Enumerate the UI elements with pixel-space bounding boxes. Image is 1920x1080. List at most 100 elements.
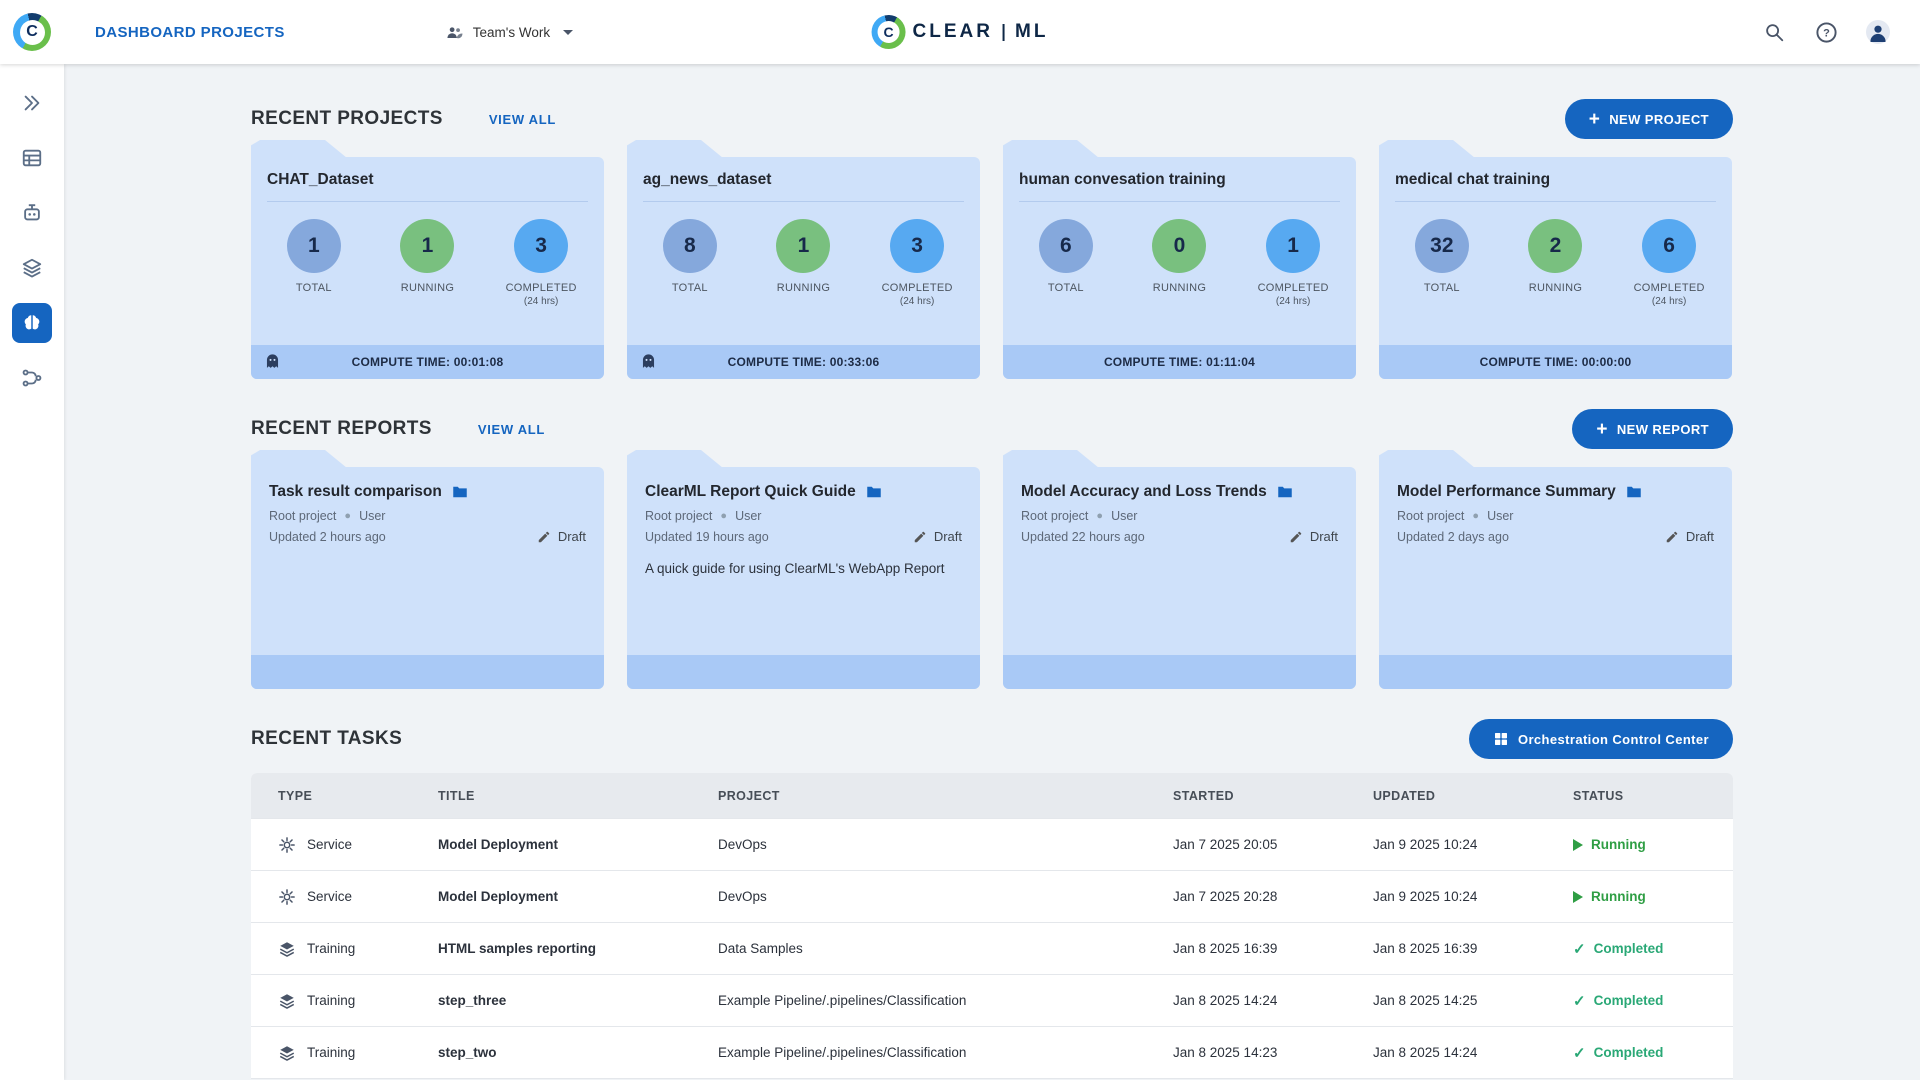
report-status: Draft bbox=[537, 529, 586, 544]
report-updated: Updated 2 hours ago bbox=[269, 529, 386, 544]
status-badge: Running bbox=[1573, 889, 1733, 904]
task-type: Service bbox=[307, 889, 353, 904]
datasets-icon[interactable] bbox=[12, 248, 52, 288]
col-status: STATUS bbox=[1573, 788, 1624, 803]
stat-completed: 1 COMPLETED (24 hrs) bbox=[1247, 219, 1339, 345]
table-header-row: TYPE TITLE PROJECT STARTED UPDATED STATU… bbox=[251, 773, 1733, 819]
check-icon: ✓ bbox=[1573, 992, 1586, 1010]
new-project-button[interactable]: + NEW PROJECT bbox=[1564, 99, 1733, 139]
model-endpoints-icon[interactable] bbox=[12, 193, 52, 233]
report-user: User bbox=[1111, 509, 1138, 523]
pipelines-icon[interactable] bbox=[12, 358, 52, 398]
folder-tab bbox=[1003, 450, 1099, 468]
workspace-selector[interactable]: Team's Work bbox=[445, 23, 574, 42]
page-title: DASHBOARD PROJECTS bbox=[95, 23, 285, 41]
compute-time-label: COMPUTE TIME: 01:11:04 bbox=[1103, 355, 1256, 369]
main-content: RECENT PROJECTS VIEW ALL + NEW PROJECT C… bbox=[64, 64, 1920, 1080]
compute-time-label: COMPUTE TIME: 00:00:00 bbox=[1479, 355, 1632, 369]
clearml-logo-icon[interactable]: C bbox=[13, 13, 51, 51]
task-updated: Jan 8 2025 14:24 bbox=[1373, 1045, 1478, 1060]
table-row[interactable]: Training step_three Example Pipeline/.pi… bbox=[251, 975, 1733, 1027]
task-project: Example Pipeline/.pipelines/Classificati… bbox=[718, 1045, 967, 1060]
team-icon bbox=[447, 26, 463, 38]
clearml-wordmark: C CLEAR ML bbox=[871, 15, 1049, 49]
col-started: STARTED bbox=[1173, 788, 1234, 803]
task-updated: Jan 8 2025 16:39 bbox=[1373, 941, 1478, 956]
project-card[interactable]: CHAT_Dataset 1 TOTAL 1 RUNNING 3 COMPLET bbox=[251, 140, 604, 379]
report-updated: Updated 19 hours ago bbox=[645, 529, 769, 544]
expand-sidebar-icon[interactable] bbox=[12, 83, 52, 123]
help-icon[interactable]: ? bbox=[1814, 20, 1838, 44]
project-name: CHAT_Dataset bbox=[267, 171, 588, 202]
table-row[interactable]: Service Model Deployment DevOps Jan 7 20… bbox=[251, 819, 1733, 871]
project-name: medical chat training bbox=[1395, 171, 1716, 202]
folder-icon bbox=[1278, 486, 1292, 498]
stat-running: 0 RUNNING bbox=[1133, 219, 1225, 345]
report-card[interactable]: Model Accuracy and Loss Trends Root proj… bbox=[1003, 450, 1356, 689]
projects-icon[interactable] bbox=[12, 303, 52, 343]
task-type: Training bbox=[307, 941, 356, 956]
task-title: Model Deployment bbox=[438, 889, 559, 904]
service-icon bbox=[279, 836, 295, 853]
task-updated: Jan 8 2025 14:25 bbox=[1373, 993, 1478, 1008]
search-icon[interactable] bbox=[1762, 20, 1786, 44]
report-description: A quick guide for using ClearML's WebApp… bbox=[645, 561, 945, 576]
folder-tab bbox=[1379, 140, 1475, 158]
report-card[interactable]: Task result comparison Root project ● Us… bbox=[251, 450, 604, 689]
table-row[interactable]: Service Model Deployment DevOps Jan 7 20… bbox=[251, 871, 1733, 923]
task-project: DevOps bbox=[718, 889, 767, 904]
workspace-label: Team's Work bbox=[472, 24, 551, 40]
project-card[interactable]: medical chat training 32 TOTAL 2 RUNNING… bbox=[1379, 140, 1732, 379]
report-project: Root project bbox=[1397, 509, 1465, 523]
training-icon bbox=[279, 1045, 295, 1061]
left-sidebar bbox=[0, 64, 64, 1080]
col-type: TYPE bbox=[278, 788, 313, 803]
check-icon: ✓ bbox=[1573, 940, 1586, 958]
service-icon bbox=[279, 888, 295, 905]
folder-icon bbox=[866, 486, 881, 498]
col-project: PROJECT bbox=[718, 788, 780, 803]
task-started: Jan 8 2025 14:24 bbox=[1173, 993, 1278, 1008]
task-updated: Jan 9 2025 10:24 bbox=[1373, 837, 1478, 852]
recent-tasks-header: RECENT TASKS Orchestration Control Cente… bbox=[251, 719, 1733, 759]
clearml-logo-icon: C bbox=[871, 15, 906, 49]
ghost-icon bbox=[639, 352, 658, 374]
reports-view-all-link[interactable]: VIEW ALL bbox=[478, 422, 545, 437]
stat-completed: 3 COMPLETED (24 hrs) bbox=[495, 219, 587, 345]
user-avatar[interactable] bbox=[1866, 20, 1890, 44]
project-card[interactable]: human convesation training 6 TOTAL 0 RUN… bbox=[1003, 140, 1356, 379]
task-title: step_two bbox=[438, 1045, 497, 1060]
report-user: User bbox=[1487, 509, 1514, 523]
status-badge: Running bbox=[1573, 837, 1733, 852]
status-badge: ✓ Completed bbox=[1573, 1044, 1664, 1062]
training-icon bbox=[279, 993, 295, 1009]
stat-running: 1 RUNNING bbox=[757, 219, 849, 345]
new-report-button[interactable]: + NEW REPORT bbox=[1572, 409, 1733, 449]
report-footer-bar bbox=[1003, 655, 1356, 689]
status-badge: ✓ Completed bbox=[1573, 940, 1664, 958]
report-card[interactable]: ClearML Report Quick Guide Root project … bbox=[627, 450, 980, 689]
table-row[interactable]: Training step_two Example Pipeline/.pipe… bbox=[251, 1027, 1733, 1079]
task-project: Example Pipeline/.pipelines/Classificati… bbox=[718, 993, 967, 1008]
report-title: Task result comparison bbox=[269, 483, 442, 500]
task-started: Jan 7 2025 20:05 bbox=[1173, 837, 1278, 852]
report-project: Root project bbox=[269, 509, 337, 523]
bullet-icon: ● bbox=[720, 510, 728, 522]
orchestration-control-center-button[interactable]: Orchestration Control Center bbox=[1468, 719, 1733, 759]
task-started: Jan 8 2025 14:23 bbox=[1173, 1045, 1278, 1060]
table-row[interactable]: Training HTML samples reporting Data Sam… bbox=[251, 923, 1733, 975]
bullet-icon: ● bbox=[344, 510, 352, 522]
task-title: step_three bbox=[438, 993, 507, 1008]
project-card[interactable]: ag_news_dataset 8 TOTAL 1 RUNNING 3 COMP bbox=[627, 140, 980, 379]
queues-icon[interactable] bbox=[12, 138, 52, 178]
stat-total: 32 TOTAL bbox=[1396, 219, 1488, 345]
folder-icon bbox=[453, 486, 467, 498]
stat-completed: 3 COMPLETED (24 hrs) bbox=[871, 219, 963, 345]
recent-reports-header: RECENT REPORTS VIEW ALL + NEW REPORT bbox=[251, 409, 1733, 449]
report-card[interactable]: Model Performance Summary Root project ●… bbox=[1379, 450, 1732, 689]
projects-view-all-link[interactable]: VIEW ALL bbox=[489, 112, 556, 127]
folder-tab bbox=[1379, 450, 1475, 468]
stat-total: 8 TOTAL bbox=[644, 219, 736, 345]
task-started: Jan 7 2025 20:28 bbox=[1173, 889, 1278, 904]
stat-running: 1 RUNNING bbox=[381, 219, 473, 345]
